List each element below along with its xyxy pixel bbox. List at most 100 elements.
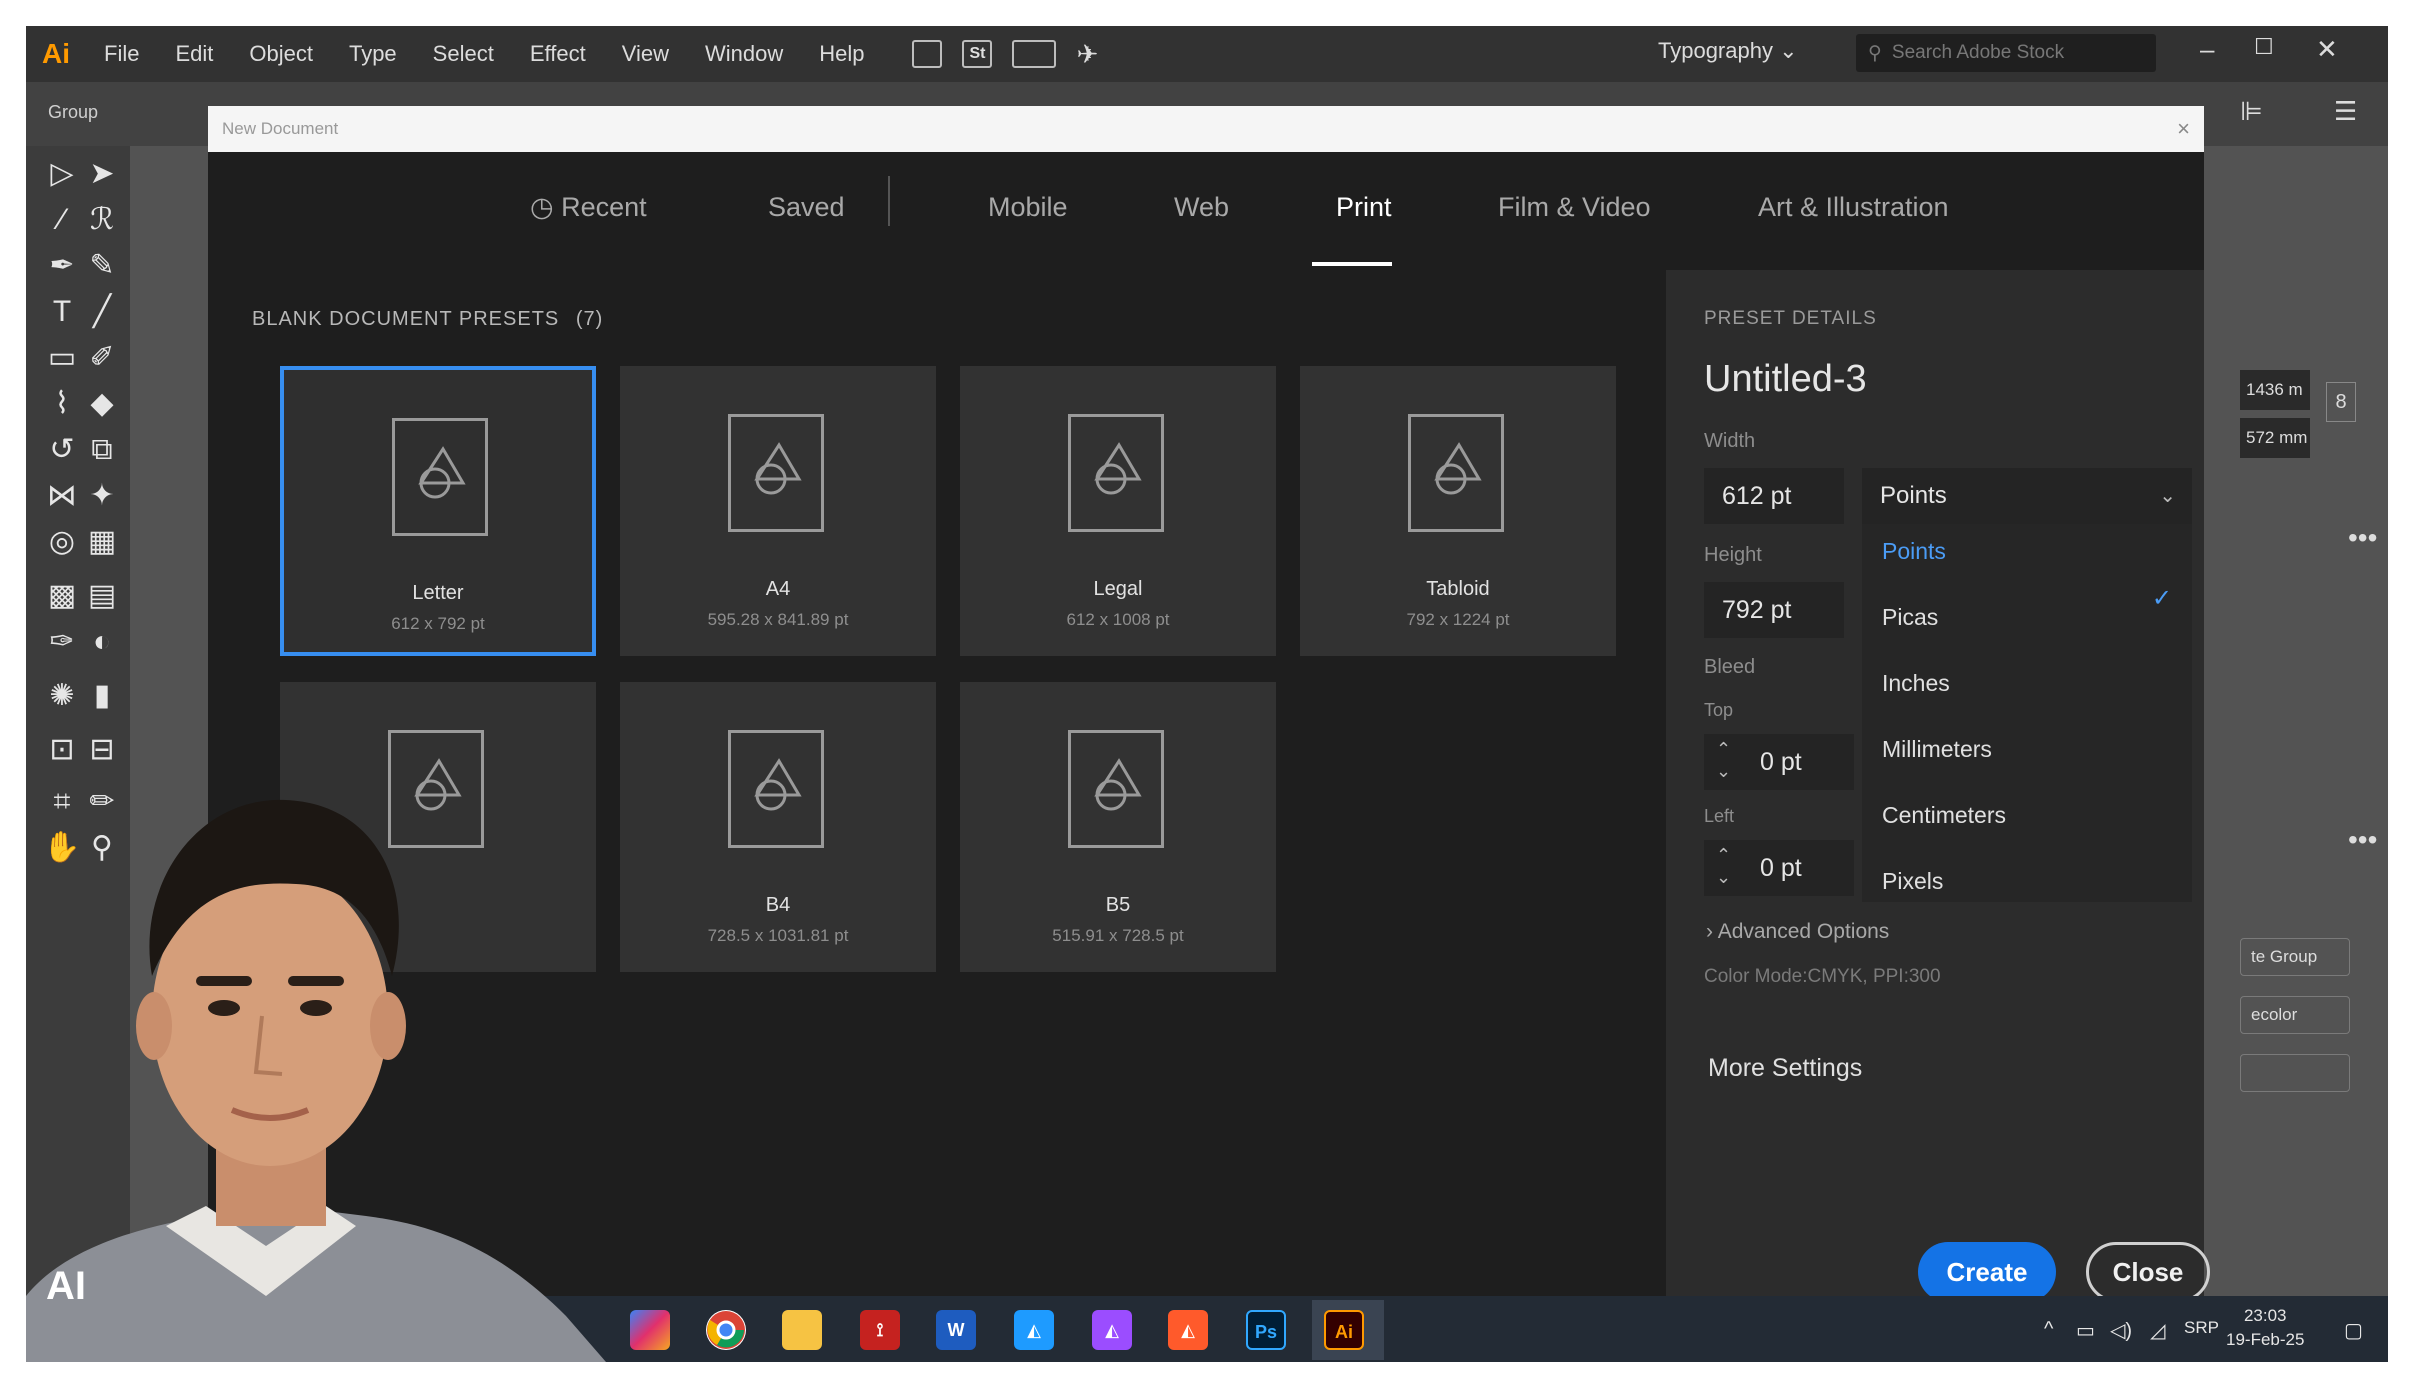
- close-button[interactable]: Close: [2086, 1242, 2210, 1302]
- affinity-publisher-icon[interactable]: ◭: [1168, 1310, 1208, 1350]
- menu-help[interactable]: Help: [801, 41, 882, 67]
- right-field-1[interactable]: 1436 m: [2240, 370, 2310, 410]
- column-graph-icon[interactable]: ▮: [82, 676, 122, 716]
- selection-tool-icon[interactable]: ▷: [42, 154, 82, 194]
- panel-menu-icon[interactable]: ☰: [2334, 96, 2357, 127]
- stock-search-input[interactable]: ⚲ Search Adobe Stock: [1856, 34, 2156, 72]
- chrome-icon[interactable]: [706, 1310, 746, 1350]
- units-option-points[interactable]: Points: [1882, 538, 1946, 565]
- menu-edit[interactable]: Edit: [157, 41, 231, 67]
- tab-art-illustration[interactable]: Art & Illustration: [1758, 192, 1949, 223]
- eyedropper-icon[interactable]: ✑: [42, 622, 82, 662]
- right-button-3[interactable]: [2240, 1054, 2350, 1092]
- align-icon[interactable]: ⊫: [2240, 96, 2263, 127]
- gradient-tool-icon[interactable]: ▤: [82, 576, 122, 616]
- shaper-tool-icon[interactable]: ⌇: [42, 384, 82, 424]
- bleed-left-stepper[interactable]: ⌃ ⌄ 0 pt: [1704, 840, 1854, 896]
- tab-web[interactable]: Web: [1174, 192, 1229, 223]
- menu-type[interactable]: Type: [331, 41, 415, 67]
- close-window-icon[interactable]: ✕: [2316, 34, 2338, 65]
- paintbrush-icon[interactable]: ✐: [82, 338, 122, 378]
- type-tool-icon[interactable]: T: [42, 292, 82, 332]
- rotate-tool-icon[interactable]: ↺: [42, 430, 82, 470]
- tab-print[interactable]: Print: [1336, 192, 1392, 223]
- file-explorer-icon[interactable]: [782, 1310, 822, 1350]
- direct-selection-tool-icon[interactable]: ➤: [82, 154, 122, 194]
- notifications-icon[interactable]: ▢: [2344, 1318, 2363, 1343]
- menu-file[interactable]: File: [86, 41, 157, 67]
- preset-card-b5[interactable]: B5 515.91 x 728.5 pt: [960, 682, 1276, 972]
- affinity-photo-icon[interactable]: ◭: [1092, 1310, 1132, 1350]
- menu-object[interactable]: Object: [231, 41, 331, 67]
- menu-window[interactable]: Window: [687, 41, 801, 67]
- link-icon[interactable]: 8: [2326, 382, 2356, 422]
- bridge-icon[interactable]: [912, 40, 943, 68]
- preset-card-b4[interactable]: B4 728.5 x 1031.81 pt: [620, 682, 936, 972]
- scale-tool-icon[interactable]: ⧉: [82, 430, 122, 470]
- height-input[interactable]: 792 pt: [1704, 582, 1844, 638]
- word-icon[interactable]: W: [936, 1310, 976, 1350]
- slice-tool-icon[interactable]: ⊟: [82, 730, 122, 770]
- tab-recent[interactable]: ◷ Recent: [530, 192, 647, 223]
- preset-card-legal[interactable]: Legal 612 x 1008 pt: [960, 366, 1276, 656]
- arrange-documents-icon[interactable]: [1012, 40, 1057, 68]
- tab-film-video[interactable]: Film & Video: [1498, 192, 1651, 223]
- curvature-tool-icon[interactable]: ✎: [82, 246, 122, 286]
- preset-card-a4[interactable]: A4 595.28 x 841.89 pt: [620, 366, 936, 656]
- rectangle-tool-icon[interactable]: ▭: [42, 338, 82, 378]
- preset-card-tabloid[interactable]: Tabloid 792 x 1224 pt: [1300, 366, 1616, 656]
- battery-icon[interactable]: ▭: [2076, 1318, 2095, 1343]
- workspace-switcher[interactable]: Typography ⌄: [1658, 38, 1798, 64]
- right-button-2[interactable]: ecolor: [2240, 996, 2350, 1034]
- mesh-tool-icon[interactable]: ▩: [42, 576, 82, 616]
- width-input[interactable]: 612 pt: [1704, 468, 1844, 524]
- photoshop-icon[interactable]: Ps: [1246, 1310, 1286, 1350]
- tab-saved[interactable]: Saved: [768, 192, 845, 223]
- puppet-warp-icon[interactable]: ✦: [82, 476, 122, 516]
- acrobat-icon[interactable]: ⟟: [860, 1310, 900, 1350]
- right-button-1[interactable]: te Group: [2240, 938, 2350, 976]
- menu-view[interactable]: View: [604, 41, 687, 67]
- blend-tool-icon[interactable]: ◐: [82, 622, 122, 662]
- units-option-centimeters[interactable]: Centimeters: [1882, 802, 2006, 829]
- create-button[interactable]: Create: [1918, 1242, 2056, 1302]
- pen-tool-icon[interactable]: ✒: [42, 246, 82, 286]
- magic-wand-icon[interactable]: ⁄: [42, 200, 82, 240]
- illustrator-icon[interactable]: Ai: [1324, 1310, 1364, 1350]
- maximize-icon[interactable]: ☐: [2254, 34, 2274, 60]
- close-icon[interactable]: ×: [2177, 106, 2190, 152]
- minimize-icon[interactable]: –: [2200, 34, 2214, 65]
- lasso-icon[interactable]: ℛ: [82, 200, 122, 240]
- units-select[interactable]: Points ⌄: [1862, 468, 2192, 524]
- tab-mobile[interactable]: Mobile: [988, 192, 1068, 223]
- copilot-icon[interactable]: [630, 1310, 670, 1350]
- stock-icon[interactable]: St: [962, 40, 993, 68]
- tray-overflow-icon[interactable]: ^: [2044, 1318, 2053, 1341]
- units-option-inches[interactable]: Inches: [1882, 670, 1950, 697]
- preset-card-letter[interactable]: Letter 612 x 792 pt: [280, 366, 596, 656]
- shape-builder-icon[interactable]: ◎: [42, 522, 82, 562]
- affinity-designer-icon[interactable]: ◭: [1014, 1310, 1054, 1350]
- menu-effect[interactable]: Effect: [512, 41, 604, 67]
- bleed-top-stepper[interactable]: ⌃ ⌄ 0 pt: [1704, 734, 1854, 790]
- units-option-pixels[interactable]: Pixels: [1882, 868, 1943, 895]
- symbol-sprayer-icon[interactable]: ✺: [42, 676, 82, 716]
- units-option-millimeters[interactable]: Millimeters: [1882, 736, 1992, 763]
- clock[interactable]: 23:03 19-Feb-25: [2226, 1304, 2304, 1352]
- document-name-field[interactable]: Untitled-3: [1704, 358, 1867, 401]
- menu-select[interactable]: Select: [415, 41, 512, 67]
- language-indicator[interactable]: SRP: [2184, 1318, 2219, 1338]
- right-field-2[interactable]: 572 mm: [2240, 418, 2310, 458]
- network-icon[interactable]: ◿: [2150, 1318, 2165, 1343]
- gpu-rocket-icon[interactable]: ✈: [1076, 39, 1098, 70]
- more-options-icon-2[interactable]: •••: [2348, 824, 2377, 856]
- width-tool-icon[interactable]: ⋈: [42, 476, 82, 516]
- line-tool-icon[interactable]: ╱: [82, 292, 122, 332]
- more-settings-button[interactable]: More Settings: [1708, 1054, 1862, 1083]
- more-options-icon[interactable]: •••: [2348, 522, 2377, 554]
- perspective-grid-icon[interactable]: ▦: [82, 522, 122, 562]
- artboard-tool-icon[interactable]: ⊡: [42, 730, 82, 770]
- stepper-arrows-icon[interactable]: ⌃ ⌄: [1716, 844, 1731, 888]
- volume-icon[interactable]: ◁): [2110, 1318, 2132, 1343]
- stepper-arrows-icon[interactable]: ⌃ ⌄: [1716, 738, 1731, 782]
